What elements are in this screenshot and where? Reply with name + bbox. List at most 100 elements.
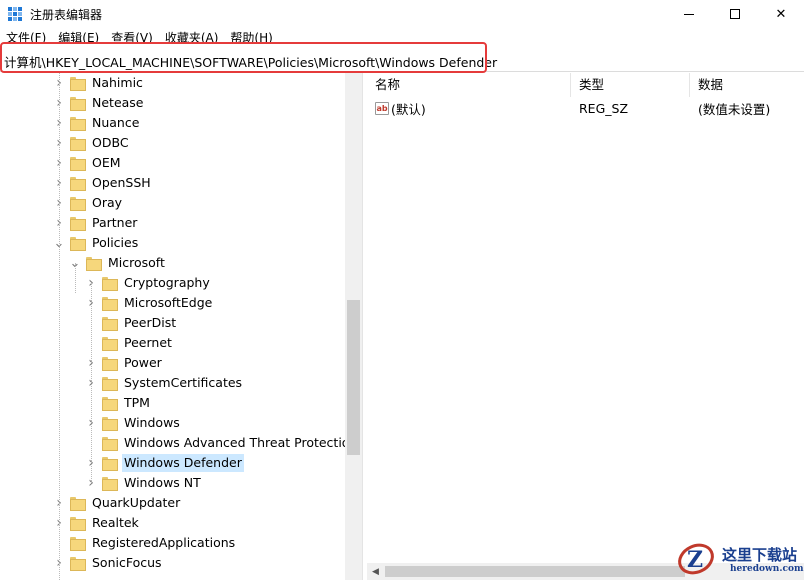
folder-icon xyxy=(70,117,86,131)
tree-item[interactable]: ⌄ Policies xyxy=(54,233,140,253)
folder-icon xyxy=(70,497,86,511)
tree-item[interactable]: › Oray xyxy=(54,193,124,213)
tree-item[interactable]: RegisteredApplications xyxy=(54,533,237,553)
tree-item-label: SonicFocus xyxy=(92,555,162,570)
tree-item-label: Oray xyxy=(92,195,123,210)
folder-icon xyxy=(102,437,118,451)
folder-icon xyxy=(86,257,102,271)
menu-favorites[interactable]: 收藏夹(A) xyxy=(159,28,225,48)
folder-icon xyxy=(70,77,86,91)
tree-item-label: Netease xyxy=(92,95,144,110)
menu-edit[interactable]: 编辑(E) xyxy=(52,28,105,48)
folder-icon xyxy=(102,317,118,331)
tree-item[interactable]: › Nahimic xyxy=(54,73,145,93)
maximize-button[interactable] xyxy=(712,0,758,28)
value-name: (默认) xyxy=(391,101,426,117)
folder-icon xyxy=(102,377,118,391)
tree-item[interactable]: › Nuance xyxy=(54,113,141,133)
tree-item[interactable]: › SystemCertificates xyxy=(86,373,244,393)
tree-item[interactable]: › Windows Defender xyxy=(86,453,244,473)
tree-guide-line xyxy=(59,73,60,580)
value-name-cell: ab (默认) xyxy=(367,99,571,118)
tree-item[interactable]: Peernet xyxy=(86,333,174,353)
folder-icon xyxy=(102,417,118,431)
tree-item[interactable]: › Cryptography xyxy=(86,273,212,293)
minimize-icon xyxy=(684,13,694,15)
tree-item[interactable]: › Windows NT xyxy=(86,473,203,493)
tree-item-label: Windows Defender xyxy=(122,454,244,472)
tree-item[interactable]: › OEM xyxy=(54,153,123,173)
tree-item[interactable]: › Netease xyxy=(54,93,146,113)
tree-item[interactable]: Windows Advanced Threat Protection xyxy=(86,433,359,453)
tree-item[interactable]: › Windows xyxy=(86,413,182,433)
folder-icon xyxy=(70,237,86,251)
tree-item[interactable]: › Partner xyxy=(54,213,139,233)
tree-item-label: Windows NT xyxy=(124,475,201,490)
address-path[interactable]: 计算机\HKEY_LOCAL_MACHINE\SOFTWARE\Policies… xyxy=(4,52,497,71)
column-type[interactable]: 类型 xyxy=(571,73,690,97)
tree-item[interactable]: › ODBC xyxy=(54,133,131,153)
folder-icon xyxy=(102,277,118,291)
title-bar: 注册表编辑器 ✕ xyxy=(0,0,804,28)
tree-item[interactable]: › Realtek xyxy=(54,513,141,533)
logo-letter: Z xyxy=(687,547,703,573)
tree-item[interactable]: TPM xyxy=(86,393,152,413)
column-name[interactable]: 名称 xyxy=(367,73,571,97)
close-button[interactable]: ✕ xyxy=(758,0,804,28)
menu-help[interactable]: 帮助(H) xyxy=(224,28,278,48)
tree-item-label: SystemCertificates xyxy=(124,375,243,390)
values-scrollbar-thumb[interactable] xyxy=(385,566,685,577)
window-controls: ✕ xyxy=(666,0,804,28)
tree-item-label: Cryptography xyxy=(124,275,210,290)
scroll-left-icon[interactable]: ◀ xyxy=(372,566,379,577)
tree-item-label: Windows Advanced Threat Protection xyxy=(124,435,358,450)
tree-item-label: Windows xyxy=(124,415,180,430)
tree-guide-line xyxy=(75,263,76,293)
folder-icon xyxy=(102,477,118,491)
tree-item[interactable]: ⌄ Microsoft xyxy=(70,253,167,273)
tree-item[interactable]: PeerDist xyxy=(86,313,178,333)
value-row[interactable]: ab (默认) REG_SZ (数值未设置) xyxy=(367,98,804,118)
tree-item[interactable]: › Power xyxy=(86,353,164,373)
folder-icon xyxy=(70,137,86,151)
tree-item-label: RegisteredApplications xyxy=(92,535,236,550)
value-data: (数值未设置) xyxy=(698,101,771,117)
column-data[interactable]: 数据 xyxy=(690,73,804,97)
tree-item[interactable]: › SonicFocus xyxy=(54,553,164,573)
folder-icon xyxy=(70,217,86,231)
tree-item-label: Partner xyxy=(92,215,138,230)
menu-bar: 文件(F) 编辑(E) 查看(V) 收藏夹(A) 帮助(H) xyxy=(0,28,279,48)
heredown-logo: Z xyxy=(678,543,714,575)
tree-scrollbar-thumb[interactable] xyxy=(347,300,360,455)
tree-item-label: Microsoft xyxy=(108,255,165,270)
tree-item-label: Realtek xyxy=(92,515,139,530)
address-bar[interactable]: 计算机\HKEY_LOCAL_MACHINE\SOFTWARE\Policies… xyxy=(0,48,804,72)
string-value-icon: ab xyxy=(375,101,389,115)
key-tree: › Nahimic › Netease › Nuance › ODBC › OEM › OpenSSH… xyxy=(0,73,362,580)
folder-icon xyxy=(70,97,86,111)
folder-icon xyxy=(70,197,86,211)
tree-item-label: ODBC xyxy=(92,135,129,150)
folder-icon xyxy=(70,517,86,531)
tree-item[interactable]: › MicrosoftEdge xyxy=(86,293,214,313)
folder-icon xyxy=(70,537,86,551)
tree-item-label: Peernet xyxy=(124,335,172,350)
pane-splitter[interactable] xyxy=(362,73,367,580)
tree-item[interactable]: › QuarkUpdater xyxy=(54,493,182,513)
menu-view[interactable]: 查看(V) xyxy=(105,28,159,48)
tree-item[interactable]: › OpenSSH xyxy=(54,173,153,193)
window-title: 注册表编辑器 xyxy=(30,7,103,22)
tree-item-label: TPM xyxy=(124,395,150,410)
values-header: 名称 类型 数据 xyxy=(367,73,804,97)
watermark-text: 这里下载站 xyxy=(722,546,798,564)
value-type: REG_SZ xyxy=(579,100,629,116)
folder-icon xyxy=(102,457,118,471)
tree-guide-line xyxy=(91,283,92,483)
tree-item-label: MicrosoftEdge xyxy=(124,295,213,310)
minimize-button[interactable] xyxy=(666,0,712,28)
tree-item-label: Power xyxy=(124,355,162,370)
folder-icon xyxy=(102,297,118,311)
folder-icon xyxy=(102,397,118,411)
watermark-url: heredown.com xyxy=(730,564,804,574)
menu-file[interactable]: 文件(F) xyxy=(0,28,52,48)
